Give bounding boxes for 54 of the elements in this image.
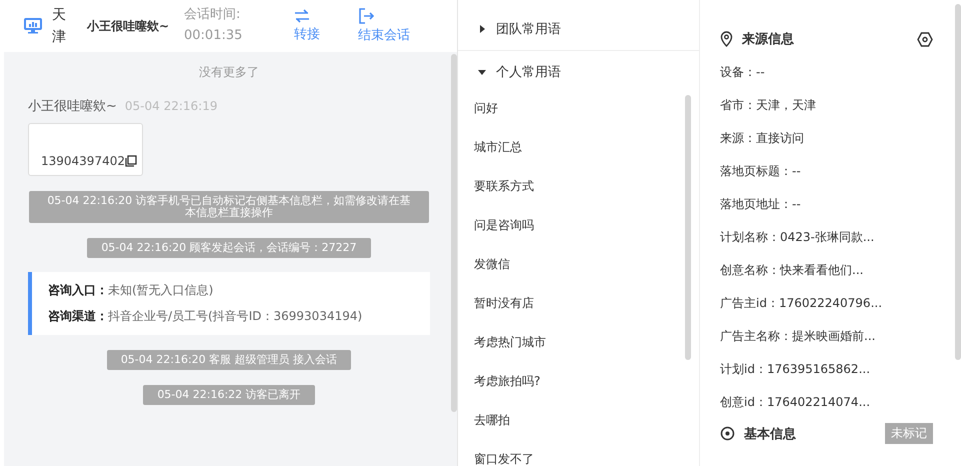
source-field: 广告主id：176022240796...	[720, 287, 941, 320]
swap-arrows-icon	[294, 9, 310, 24]
source-field: 创意名称：快来看看他们...	[720, 254, 941, 287]
phrase-item[interactable]: 去哪拍	[458, 401, 699, 440]
phone-number: 13904397402	[41, 154, 125, 168]
system-message: 05-04 22:16:22 访客已离开	[143, 385, 315, 406]
copy-icon[interactable]	[124, 154, 137, 166]
scrollbar[interactable]	[955, 4, 961, 360]
phrase-item[interactable]: 考虑旅拍吗?	[458, 362, 699, 401]
scrollbar[interactable]	[685, 95, 691, 360]
source-field: 计划id：176395165862...	[720, 353, 941, 386]
system-message: 05-04 22:16:20 顾客发起会话，会话编号：27227	[87, 238, 371, 258]
info-label: 咨询入口：	[48, 283, 108, 298]
phrase-item[interactable]: 城市汇总	[458, 128, 699, 167]
info-label: 咨询渠道：	[48, 309, 108, 324]
section-title: 基本信息	[744, 426, 796, 442]
settings-icon[interactable]	[917, 32, 933, 46]
phrase-group-toggle[interactable]: 团队常用语	[478, 20, 561, 38]
phrase-item[interactable]: 要联系方式	[458, 167, 699, 206]
visitor-name: 小王很哇噻欸~	[87, 18, 170, 34]
phrase-item[interactable]: 问好	[458, 89, 699, 128]
info-circle-icon	[720, 426, 735, 441]
message-time: 05-04 22:16:19	[124, 99, 218, 113]
source-field: 省市：天津，天津	[720, 89, 941, 122]
info-value: 抖音企业号/员工号(抖音号ID：36993034194)	[108, 309, 362, 324]
source-field: 创意id：176402214074...	[720, 386, 941, 419]
phrase-item[interactable]: 发微信	[458, 245, 699, 284]
phrase-item[interactable]: 窗口发不了	[458, 440, 699, 466]
phrase-item[interactable]: 暂时没有店	[458, 284, 699, 323]
duration-value: 00:01:35	[184, 27, 244, 45]
phrase-group-toggle[interactable]: 个人常用语	[478, 63, 561, 81]
phrase-item[interactable]: 问是咨询吗	[458, 206, 699, 245]
source-field: 设备：--	[720, 56, 941, 89]
city-label: 天津	[52, 6, 66, 47]
system-message: 05-04 22:16:20 客服 超级管理员 接入会话	[106, 350, 352, 370]
location-pin-icon	[720, 31, 733, 47]
sender-name: 小王很哇噻欸~	[28, 98, 117, 115]
system-message: 05-04 22:16:20 访客手机号已自动标记右侧基本信息栏，如需修改请在基本信息栏直接操作	[29, 191, 429, 224]
status-badge: 未标记	[885, 423, 933, 444]
duration-label: 会话时间:	[184, 6, 242, 24]
info-value: 未知(暂无入口信息)	[108, 283, 214, 298]
source-field: 计划名称：0423-张琳同款...	[720, 221, 941, 254]
source-field: 来源：直接访问	[720, 122, 941, 155]
source-field: 落地页地址：--	[720, 188, 941, 221]
exit-icon	[358, 8, 374, 24]
source-field: 广告主名称：提米映画婚前...	[720, 320, 941, 353]
caret-right-icon	[478, 25, 486, 33]
phrase-item[interactable]: 考虑热门城市	[458, 323, 699, 362]
source-field: 落地页标题：--	[720, 155, 941, 188]
caret-down-icon	[478, 68, 486, 76]
monitor-icon	[24, 18, 42, 34]
no-more-text: 没有更多了	[198, 64, 260, 81]
section-title: 来源信息	[742, 31, 794, 48]
scrollbar[interactable]	[451, 54, 457, 412]
